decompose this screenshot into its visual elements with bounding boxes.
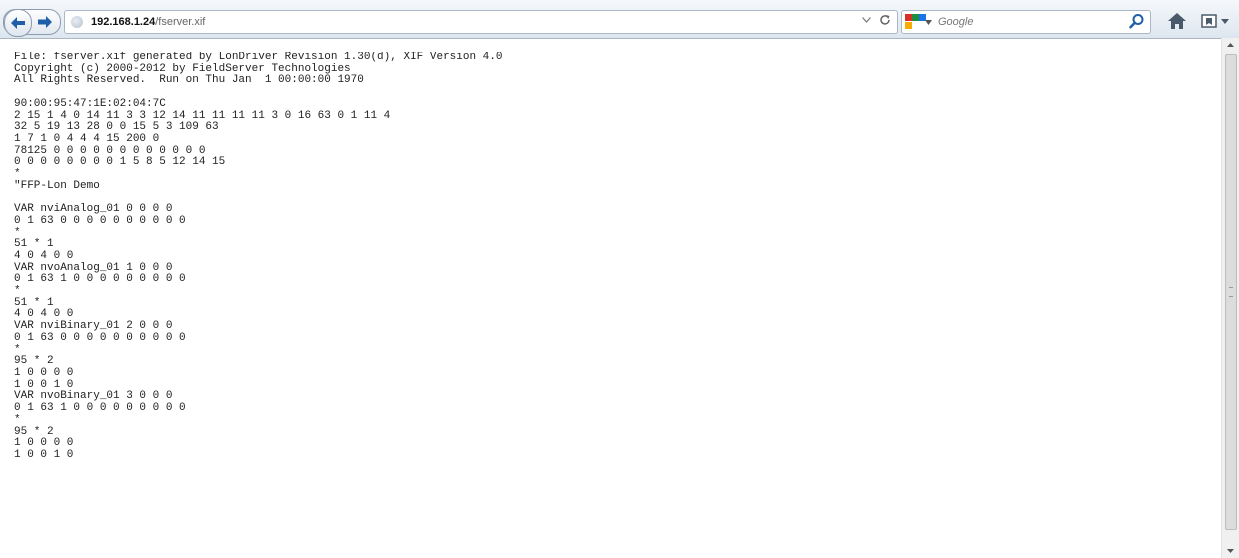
search-input[interactable]: Google [938,16,973,28]
vertical-scrollbar[interactable] [1221,38,1239,558]
chevron-down-icon[interactable] [1221,18,1229,24]
search-icon[interactable] [1129,13,1145,29]
url-text[interactable]: 192.168.1.24/fserver.xif [91,16,205,28]
url-path: /fserver.xif [155,16,206,28]
document-viewport: File: fserver.xif generated by LonDriver… [14,52,1214,558]
address-bar[interactable]: 192.168.1.24/fserver.xif [64,10,898,34]
scrollbar-grip [1229,287,1233,297]
address-bar-actions [862,14,891,26]
reload-icon[interactable] [879,14,891,26]
chevron-down-icon[interactable] [862,17,871,23]
scroll-down-arrow-icon [1227,549,1234,553]
home-icon[interactable] [1167,11,1187,31]
navigation-buttons [3,9,61,37]
forward-button[interactable] [36,13,54,31]
search-engine-dropdown-icon[interactable] [925,19,932,25]
scrollbar-thumb[interactable] [1225,54,1237,530]
search-bar[interactable]: Google [901,10,1151,34]
back-arrow-icon [11,17,25,29]
back-button[interactable] [4,9,32,37]
scroll-down-button[interactable] [1222,544,1239,558]
scroll-up-arrow-icon [1227,43,1234,47]
xif-file-text: File: fserver.xif generated by LonDriver… [14,52,503,461]
site-identity-icon[interactable] [71,16,83,28]
scroll-up-button[interactable] [1222,38,1239,52]
bookmarks-icon [1201,14,1217,28]
browser-toolbar: 192.168.1.24/fserver.xif Google [0,0,1239,39]
url-host: 192.168.1.24 [91,16,156,28]
forward-arrow-icon [38,16,52,28]
bookmarks-button[interactable] [1201,11,1235,31]
google-logo-icon[interactable] [905,14,927,30]
